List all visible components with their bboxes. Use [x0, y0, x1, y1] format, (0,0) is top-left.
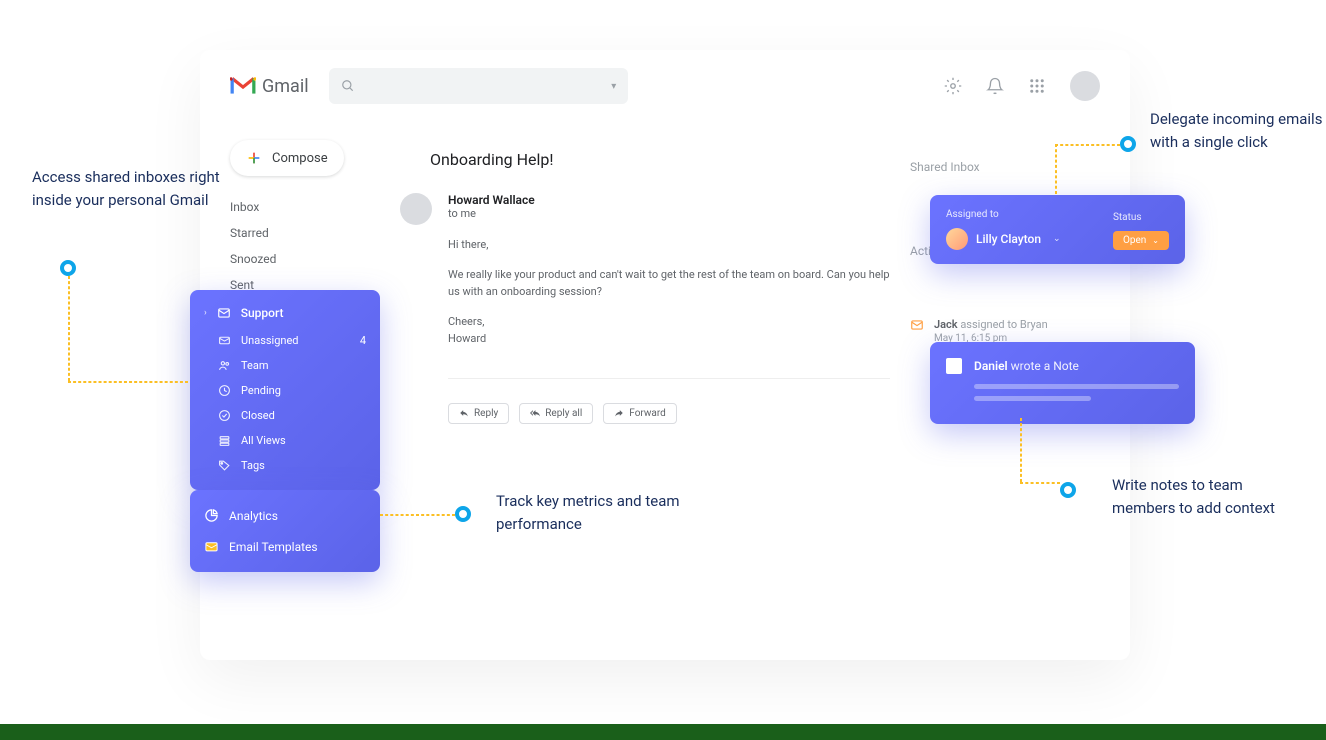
connector-line — [380, 514, 455, 516]
support-menu: › Support Unassigned4 Team Pending Close… — [190, 290, 380, 490]
marker-dot — [60, 260, 76, 276]
gmail-logo: Gmail — [230, 76, 309, 97]
pie-chart-icon — [204, 508, 219, 523]
clock-icon — [218, 384, 231, 397]
footer-bar — [0, 724, 1326, 740]
connector-line — [1055, 144, 1120, 146]
email-body-2: Cheers, — [448, 313, 890, 331]
annotation-shared-inbox: Access shared inboxes right inside your … — [32, 166, 222, 211]
support-header[interactable]: › Support — [190, 302, 380, 328]
annotation-analytics: Track key metrics and team performance — [496, 490, 686, 535]
sidebar-item-snoozed[interactable]: Snoozed — [230, 246, 360, 272]
gmail-m-icon — [230, 76, 256, 96]
chevron-down-icon: ⌄ — [1053, 234, 1061, 244]
connector-line — [1055, 144, 1057, 194]
assignee-selector[interactable]: Lilly Clayton ⌄ — [946, 228, 1061, 250]
note-icon — [946, 358, 962, 374]
users-icon — [218, 359, 231, 372]
forward-button[interactable]: Forward — [603, 403, 677, 424]
email-subject: Onboarding Help! — [430, 150, 890, 169]
support-pending[interactable]: Pending — [190, 378, 380, 403]
compose-button[interactable]: Compose — [230, 140, 344, 176]
connector-line — [1020, 418, 1022, 482]
connector-line — [68, 276, 70, 381]
note-placeholder-line — [974, 384, 1179, 389]
annotation-notes: Write notes to team members to add conte… — [1112, 474, 1302, 519]
support-team[interactable]: Team — [190, 353, 380, 378]
inbox-icon — [217, 306, 231, 320]
envelope-icon — [218, 334, 231, 347]
email-body: Hi there, We really like your product an… — [448, 236, 890, 348]
apps-grid-icon[interactable] — [1028, 77, 1046, 95]
chevron-down-icon[interactable]: ▾ — [611, 81, 616, 92]
marker-dot — [1120, 136, 1136, 152]
status-label: Status — [1113, 212, 1169, 223]
assigned-panel: Assigned to Lilly Clayton ⌄ Status Open … — [930, 195, 1185, 264]
email-body-3: Howard — [448, 330, 890, 348]
support-closed[interactable]: Closed — [190, 403, 380, 428]
mail-icon — [910, 318, 924, 332]
reply-all-icon — [530, 408, 540, 418]
header-icons — [944, 71, 1100, 101]
user-avatar[interactable] — [1070, 71, 1100, 101]
activity-log-item: Jack assigned to Bryan May 11, 6:15 pm — [910, 318, 1110, 344]
gear-icon[interactable] — [944, 77, 962, 95]
header: Gmail ▾ — [200, 50, 1130, 122]
shared-inbox-label: Shared Inbox — [910, 160, 1110, 174]
brand-label: Gmail — [262, 76, 309, 97]
sidebar: Compose Inbox Starred Snoozed Sent — [230, 140, 360, 298]
sidebar-item-starred[interactable]: Starred — [230, 220, 360, 246]
tools-menu: Analytics Email Templates — [190, 490, 380, 572]
activity-name: Jack — [934, 318, 958, 331]
sender-avatar — [400, 193, 432, 225]
support-allviews[interactable]: All Views — [190, 428, 380, 453]
connector-line — [1020, 482, 1060, 484]
support-tags[interactable]: Tags — [190, 453, 380, 478]
bell-icon[interactable] — [986, 77, 1004, 95]
plus-icon — [246, 150, 262, 166]
chevron-right-icon: › — [204, 308, 207, 318]
forward-icon — [614, 408, 624, 418]
marker-dot — [455, 506, 471, 522]
assignee-avatar — [946, 228, 968, 250]
analytics-button[interactable]: Analytics — [190, 500, 380, 531]
stack-icon — [218, 434, 231, 447]
reply-all-button[interactable]: Reply all — [519, 403, 593, 424]
note-header: Daniel wrote a Note — [946, 358, 1179, 374]
check-circle-icon — [218, 409, 231, 422]
email-actions: Reply Reply all Forward — [448, 403, 890, 424]
tag-icon — [218, 459, 231, 472]
compose-label: Compose — [272, 151, 328, 166]
note-placeholder-line — [974, 396, 1091, 401]
email-greeting: Hi there, — [448, 236, 890, 254]
status-selector[interactable]: Open ⌄ — [1113, 231, 1169, 250]
note-panel: Daniel wrote a Note — [930, 342, 1195, 424]
sender-to: to me — [448, 207, 890, 220]
template-icon — [204, 539, 219, 554]
email-pane: Onboarding Help! Howard Wallace to me Hi… — [400, 150, 890, 424]
search-icon — [341, 79, 355, 93]
annotation-delegate: Delegate incoming emails with a single c… — [1150, 108, 1326, 153]
connector-line — [68, 381, 188, 383]
search-input[interactable]: ▾ — [329, 68, 629, 104]
support-unassigned[interactable]: Unassigned4 — [190, 328, 380, 353]
activity-text: assigned to Bryan — [960, 318, 1047, 331]
reply-button[interactable]: Reply — [448, 403, 509, 424]
templates-button[interactable]: Email Templates — [190, 531, 380, 562]
marker-dot — [1060, 482, 1076, 498]
reply-icon — [459, 408, 469, 418]
sidebar-item-inbox[interactable]: Inbox — [230, 194, 360, 220]
sender-name: Howard Wallace — [448, 193, 890, 207]
chevron-down-icon: ⌄ — [1152, 236, 1159, 245]
email-body-1: We really like your product and can't wa… — [448, 266, 890, 301]
assigned-to-label: Assigned to — [946, 209, 1061, 220]
